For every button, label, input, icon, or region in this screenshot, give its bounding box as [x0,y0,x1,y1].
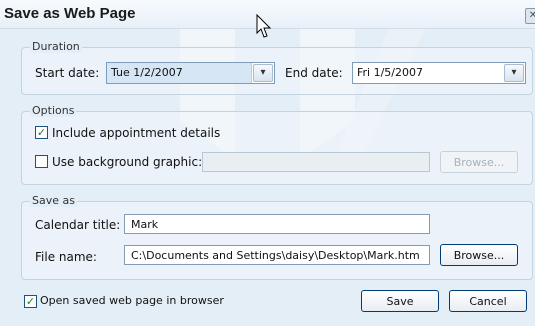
background-browse-button[interactable]: Browse... [440,151,518,173]
save-as-legend: Save as [30,194,77,207]
file-name-label: File name: [35,250,97,264]
checkmark-icon: ✓ [36,126,47,139]
include-details-label[interactable]: Include appointment details [52,126,220,140]
open-in-browser-label[interactable]: Open saved web page in browser [40,294,224,307]
calendar-title-input[interactable]: Mark [124,214,430,234]
close-icon[interactable]: ✕ [525,8,535,24]
checkmark-icon: ✓ [25,295,36,308]
options-group: Options [21,104,533,185]
start-date-dropdown[interactable]: Tue 1/2/2007 ▾ [106,62,275,84]
calendar-title-label: Calendar title: [35,218,121,232]
use-background-label[interactable]: Use background graphic: [52,155,202,169]
cancel-button[interactable]: Cancel [449,290,527,312]
open-in-browser-checkbox[interactable]: ✓ [24,295,37,308]
mouse-pointer-icon [256,14,272,38]
end-date-value: Fri 1/5/2007 [357,66,424,79]
chevron-down-icon[interactable]: ▾ [504,64,524,82]
file-name-input[interactable]: C:\Documents and Settings\daisy\Desktop\… [124,245,430,265]
include-details-checkbox[interactable]: ✓ [35,126,48,139]
chevron-down-icon[interactable]: ▾ [253,64,273,82]
use-background-checkbox[interactable] [35,155,48,168]
save-button[interactable]: Save [361,290,439,312]
background-path-input[interactable] [202,152,430,172]
window-title: Save as Web Page [4,5,136,22]
start-date-label: Start date: [35,66,100,80]
start-date-value: Tue 1/2/2007 [107,63,252,83]
options-legend: Options [30,104,77,117]
save-as-group: Save as [21,194,533,280]
save-as-web-page-dialog: Save as Web Page ✕ Duration Start date: … [0,0,535,326]
end-date-label: End date: [285,66,343,80]
duration-legend: Duration [30,40,82,53]
file-browse-button[interactable]: Browse... [440,244,518,266]
end-date-dropdown[interactable]: Fri 1/5/2007 ▾ [352,62,526,84]
